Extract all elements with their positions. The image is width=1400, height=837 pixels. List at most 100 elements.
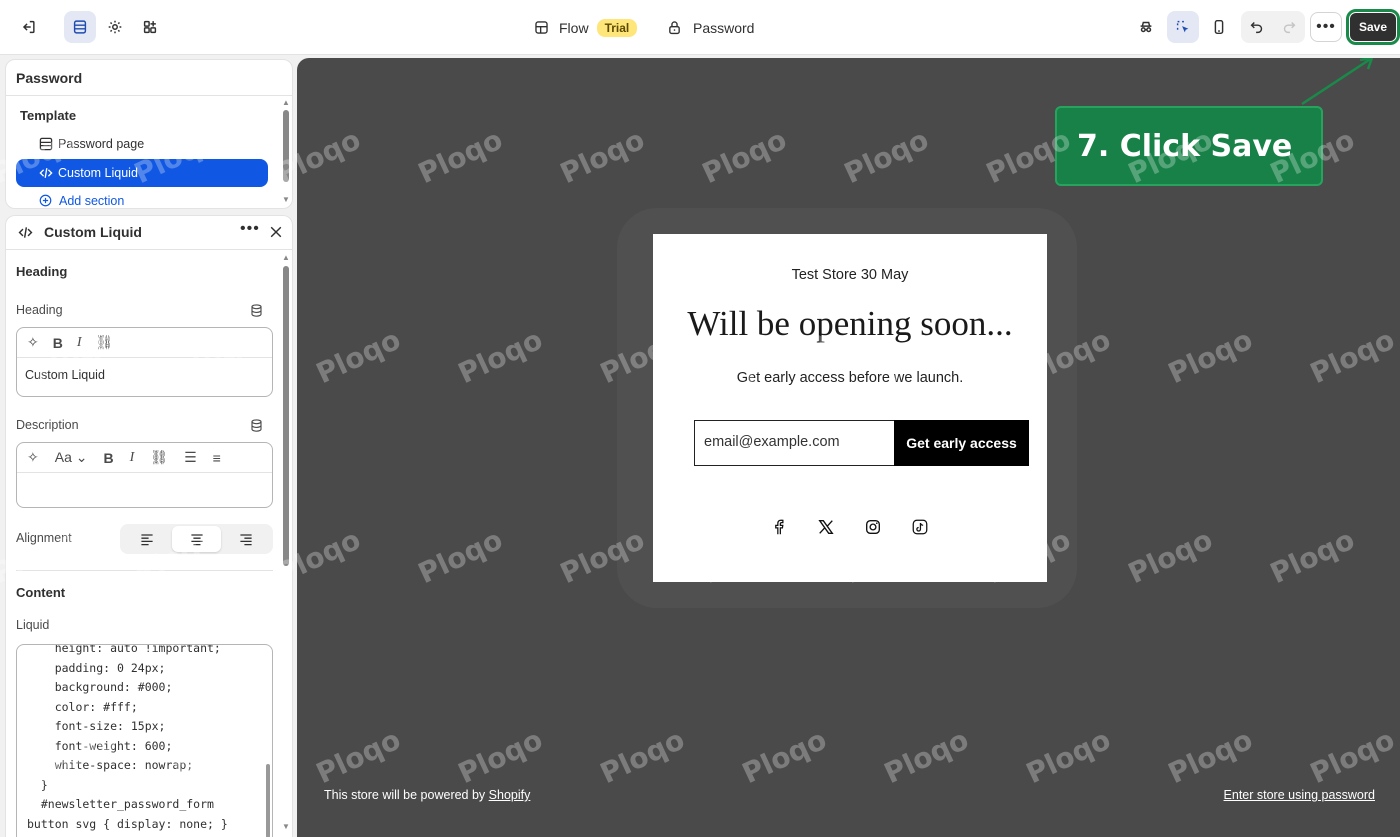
content-group-title: Content <box>16 585 66 600</box>
shopify-link[interactable]: Shopify <box>489 788 531 802</box>
section-more-icon[interactable]: ••• <box>240 220 260 238</box>
liquid-field-label: Liquid <box>16 618 50 632</box>
section-icon <box>39 137 53 151</box>
bold-icon[interactable]: B <box>103 450 113 466</box>
align-center-icon <box>190 534 203 546</box>
code-icon <box>18 227 33 238</box>
x-icon[interactable] <box>817 518 835 536</box>
redo-button[interactable] <box>1273 11 1305 43</box>
align-right-button[interactable] <box>221 526 271 552</box>
description-editor[interactable]: ✧ Aa ⌄ B I ⛓ ☰ ≡ <box>16 442 273 508</box>
page-subheading: Get early access before we launch. <box>736 370 964 386</box>
settings-header: Custom Liquid ••• <box>6 216 292 250</box>
mobile-preview-button[interactable] <box>1203 11 1235 43</box>
ai-sparkle-icon[interactable]: ✧ <box>27 449 39 466</box>
code-line: color: #fff; <box>27 699 138 714</box>
section-settings-panel: Custom Liquid ••• Heading Heading ✧ B I … <box>5 215 293 837</box>
italic-icon[interactable]: I <box>130 450 135 466</box>
undo-button[interactable] <box>1241 11 1273 43</box>
top-bar: Flow Trial Password ••• Save <box>0 0 1400 55</box>
undo-icon <box>1250 21 1263 34</box>
sections-icon <box>73 20 87 34</box>
tree-item-custom-liquid[interactable]: Custom Liquid <box>16 159 268 187</box>
enter-password-link[interactable]: Enter store using password <box>1224 788 1375 802</box>
app-embeds-button[interactable] <box>134 11 166 43</box>
tree-item-password-page[interactable]: Password page <box>16 130 268 158</box>
align-right-icon <box>240 534 252 546</box>
code-scrollbar[interactable] <box>266 764 270 837</box>
theme-settings-button[interactable] <box>99 11 131 43</box>
numbered-list-icon[interactable]: ≡ <box>213 450 221 466</box>
get-early-access-button[interactable]: Get early access <box>894 420 1029 466</box>
scrollbar[interactable] <box>283 110 289 182</box>
add-section-button[interactable]: Add section <box>38 193 124 208</box>
bold-icon[interactable]: B <box>53 335 63 351</box>
close-icon[interactable] <box>268 224 284 240</box>
text-style-dropdown[interactable]: Aa ⌄ <box>55 449 88 466</box>
save-button[interactable]: Save <box>1346 9 1400 45</box>
section-tree-panel: Password Template Password page Custom L… <box>5 59 293 209</box>
page-heading: Will be opening soon... <box>687 304 1013 343</box>
panel-title: Password <box>16 70 83 86</box>
more-icon: ••• <box>1316 18 1336 35</box>
heading-input[interactable]: Custom Liquid <box>17 358 272 392</box>
powered-by-prefix: This store will be powered by <box>324 788 489 802</box>
description-input[interactable] <box>17 473 272 493</box>
liquid-code-editor[interactable]: height: auto !important; padding: 0 24px… <box>16 644 273 837</box>
more-actions-button[interactable]: ••• <box>1310 12 1342 42</box>
align-left-button[interactable] <box>122 526 172 552</box>
plus-circle-icon <box>39 194 52 207</box>
instagram-icon[interactable] <box>864 518 882 536</box>
scrollbar[interactable] <box>283 266 289 566</box>
email-input[interactable]: email@example.com <box>694 420 895 466</box>
dynamic-source-icon[interactable] <box>249 418 264 433</box>
tree-item-label: Custom Liquid <box>58 166 138 180</box>
dynamic-source-icon[interactable] <box>249 303 264 318</box>
heading-editor[interactable]: ✧ B I ⛓ Custom Liquid <box>16 327 273 397</box>
code-line: font-weight: 600; <box>27 738 173 753</box>
facebook-icon[interactable] <box>770 518 788 536</box>
code-line: } <box>27 777 48 792</box>
scroll-up-icon[interactable]: ▲ <box>282 98 290 107</box>
align-center-button[interactable] <box>171 526 222 552</box>
store-name: Test Store 30 May <box>791 267 909 283</box>
tiktok-icon[interactable] <box>911 518 929 536</box>
redo-icon <box>1283 21 1296 34</box>
sections-button[interactable] <box>64 11 96 43</box>
preview-customer-button[interactable] <box>1130 11 1162 43</box>
description-field-label: Description <box>16 418 79 432</box>
ai-sparkle-icon[interactable]: ✧ <box>27 334 39 351</box>
link-icon[interactable]: ⛓ <box>150 449 168 466</box>
mobile-icon <box>1214 19 1224 35</box>
code-line: background: #000; <box>27 680 173 694</box>
exit-button[interactable] <box>12 11 44 43</box>
password-card[interactable]: Test Store 30 May Will be opening soon..… <box>653 234 1047 582</box>
settings-title: Custom Liquid <box>44 224 142 240</box>
code-line: height: auto !important; <box>27 644 221 655</box>
scroll-down-icon[interactable]: ▼ <box>282 822 290 831</box>
page-name: Password <box>693 19 755 36</box>
preview-canvas: Test Store 30 May Will be opening soon..… <box>297 58 1400 837</box>
select-cursor-icon <box>1176 20 1189 33</box>
code-lines: height: auto !important; padding: 0 24px… <box>27 644 228 834</box>
description-toolbar: ✧ Aa ⌄ B I ⛓ ☰ ≡ <box>17 443 272 473</box>
link-icon[interactable]: ⛓ <box>96 334 114 351</box>
trial-badge: Trial <box>596 18 638 37</box>
page-selector[interactable]: Password <box>666 0 754 55</box>
code-line: white-space: nowrap; <box>27 758 194 772</box>
lock-icon <box>669 21 680 35</box>
scroll-up-icon[interactable]: ▲ <box>282 253 290 262</box>
theme-selector[interactable]: Flow Trial <box>533 0 638 55</box>
exit-icon <box>22 20 35 34</box>
tree-item-label: Password page <box>58 137 145 151</box>
scroll-down-icon[interactable]: ▼ <box>282 195 290 204</box>
template-label: Template <box>20 108 77 123</box>
bullet-list-icon[interactable]: ☰ <box>184 449 197 466</box>
divider <box>16 570 273 571</box>
divider <box>6 95 292 96</box>
callout-arrow-icon <box>1301 58 1374 106</box>
align-left-icon <box>141 534 153 546</box>
code-line: #newsletter_password_form <box>27 797 214 811</box>
italic-icon[interactable]: I <box>77 335 82 351</box>
inspector-button[interactable] <box>1167 11 1199 43</box>
